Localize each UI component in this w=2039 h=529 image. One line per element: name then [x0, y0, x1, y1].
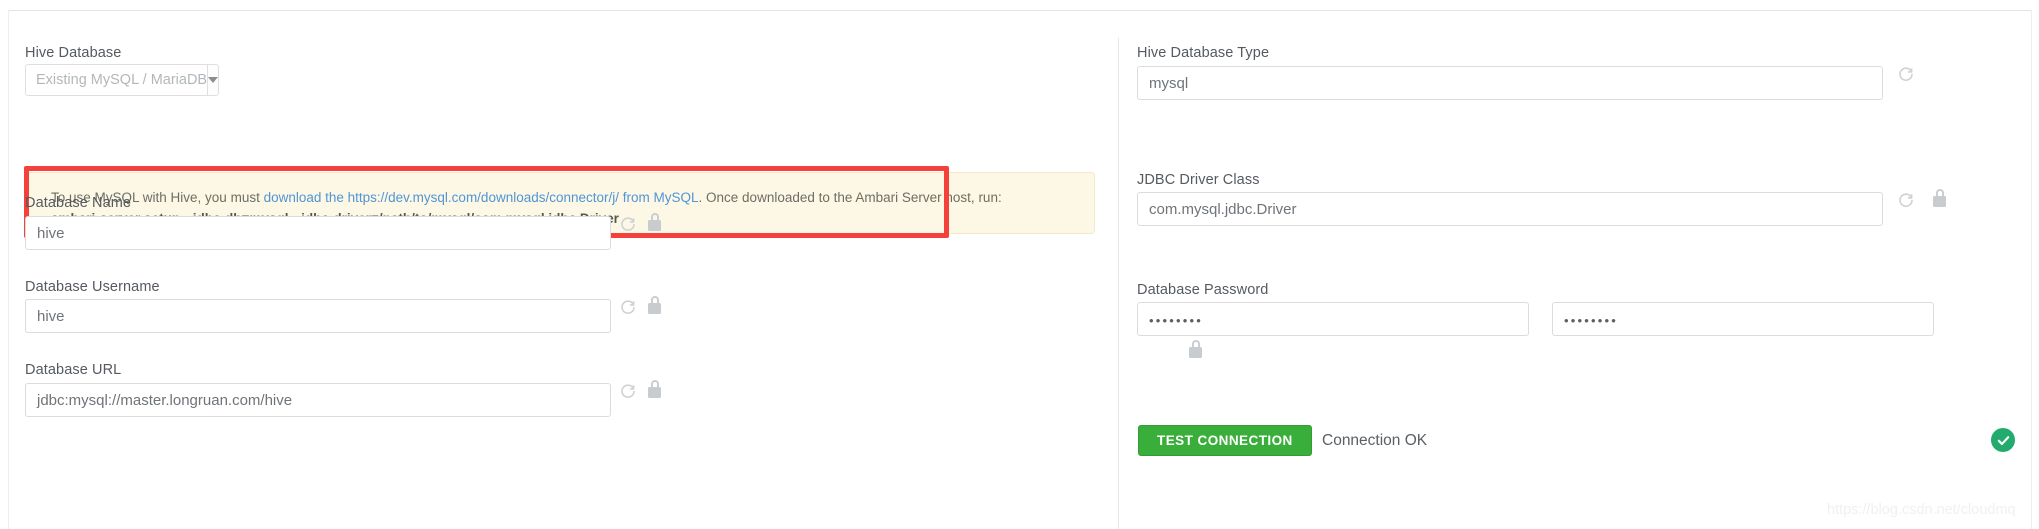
hive-database-type-input[interactable]: mysql	[1137, 66, 1883, 100]
lock-icon[interactable]	[1932, 189, 1947, 207]
watermark-text: https://blog.csdn.net/cloudmq	[1827, 502, 2016, 518]
database-name-input[interactable]: hive	[25, 216, 611, 250]
jdbc-driver-class-label: JDBC Driver Class	[1137, 172, 1260, 188]
database-username-input[interactable]: hive	[25, 299, 611, 333]
lock-body	[648, 387, 661, 398]
connection-status-text: Connection OK	[1322, 432, 1428, 449]
config-panel: Hive Database Existing MySQL / MariaDB T…	[0, 0, 2039, 529]
hive-database-dropdown-toggle[interactable]	[207, 64, 220, 96]
lock-body	[648, 220, 661, 231]
test-connection-button[interactable]: TEST CONNECTION	[1138, 425, 1312, 456]
hive-database-select[interactable]: Existing MySQL / MariaDB	[25, 64, 220, 96]
database-url-label: Database URL	[25, 362, 122, 378]
database-password-input[interactable]: ••••••••	[1137, 302, 1529, 336]
lock-icon[interactable]	[647, 296, 662, 314]
lock-body	[648, 303, 661, 314]
panel-top-divider	[8, 10, 2031, 11]
column-divider	[1118, 38, 1119, 529]
hive-database-type-label: Hive Database Type	[1137, 45, 1270, 61]
lock-body	[1189, 347, 1202, 358]
revert-icon[interactable]	[620, 299, 636, 315]
check-circle-icon	[1991, 428, 2015, 452]
jdbc-driver-class-input[interactable]: com.mysql.jdbc.Driver	[1137, 192, 1883, 226]
database-password-confirm-input[interactable]: ••••••••	[1552, 302, 1934, 336]
revert-icon[interactable]	[620, 216, 636, 232]
revert-icon[interactable]	[620, 383, 636, 399]
lock-icon[interactable]	[647, 213, 662, 231]
database-url-input[interactable]: jdbc:mysql://master.longruan.com/hive	[25, 383, 611, 417]
mysql-connector-download-link[interactable]: download the https://dev.mysql.com/downl…	[264, 190, 699, 205]
revert-icon[interactable]	[1898, 66, 1914, 82]
database-password-label: Database Password	[1137, 282, 1269, 298]
panel-right-border	[2031, 10, 2032, 529]
revert-icon[interactable]	[1898, 192, 1914, 208]
panel-left-border	[8, 10, 9, 529]
alert-line1-post: . Once downloaded to the Ambari Server h…	[698, 190, 1002, 205]
database-username-label: Database Username	[25, 279, 160, 295]
lock-body	[1933, 196, 1946, 207]
lock-icon[interactable]	[1188, 340, 1203, 358]
hive-database-label: Hive Database	[25, 45, 122, 61]
database-name-label: Database Name	[25, 195, 132, 211]
hive-database-selected-value[interactable]: Existing MySQL / MariaDB	[25, 64, 208, 96]
chevron-down-icon	[208, 77, 219, 83]
lock-icon[interactable]	[647, 380, 662, 398]
